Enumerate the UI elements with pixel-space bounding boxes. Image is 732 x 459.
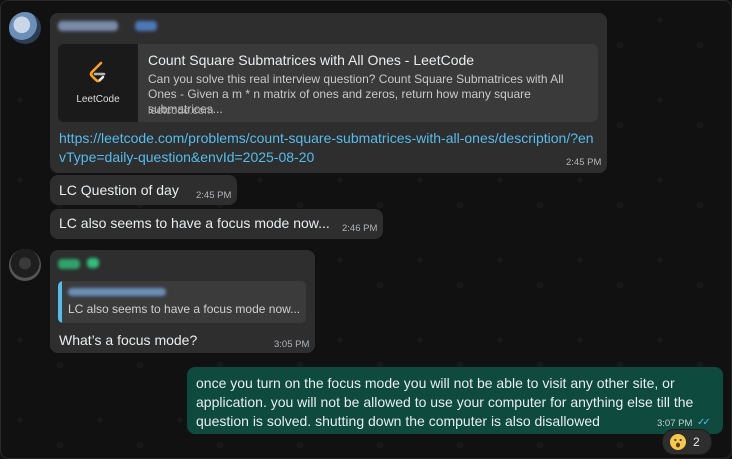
- message-timestamp: 3:05 PM: [274, 339, 310, 350]
- link-preview-description: Can you solve this real interview questi…: [148, 72, 564, 116]
- sender-name-redacted: [135, 21, 157, 31]
- quoted-sender-redacted: [68, 288, 166, 296]
- sender-avatar[interactable]: [9, 12, 41, 44]
- leetcode-logo-icon: [89, 61, 106, 83]
- sender-name-redacted: [58, 259, 80, 269]
- quoted-message[interactable]: LC also seems to have a focus mode now..…: [58, 281, 306, 323]
- message-text: once you turn on the focus mode you will…: [196, 375, 694, 429]
- surprised-face-icon: [670, 434, 686, 450]
- message-timestamp: 3:07 PM: [657, 418, 693, 429]
- quote-accent-bar: [58, 281, 62, 323]
- read-receipt-icon: ✓✓: [697, 417, 711, 428]
- message-text: LC Question of day: [59, 182, 179, 198]
- quoted-text: LC also seems to have a focus mode now..…: [68, 302, 301, 316]
- link-preview-title: Count Square Submatrices with All Ones -…: [148, 52, 475, 68]
- message-text: What’s a focus mode?: [59, 332, 198, 348]
- message-text: LC also seems to have a focus mode now..…: [59, 215, 330, 231]
- message-timestamp: 2:45 PM: [566, 157, 602, 168]
- link-preview-domain: leetcode.com: [148, 105, 214, 117]
- reaction-badge[interactable]: 2: [662, 429, 712, 455]
- sender-name-redacted: [87, 258, 99, 268]
- sender-avatar[interactable]: [9, 249, 41, 281]
- link-preview-thumbnail: LeetCode: [58, 44, 138, 122]
- message-timestamp: 2:45 PM: [196, 190, 232, 201]
- message-timestamp: 2:46 PM: [342, 223, 378, 234]
- sender-name-redacted: [58, 21, 118, 31]
- link-preview-thumb-label: LeetCode: [76, 94, 120, 105]
- reaction-count: 2: [693, 435, 700, 449]
- link-preview-card[interactable]: LeetCode Count Square Submatrices with A…: [58, 44, 598, 122]
- message-link-url[interactable]: https://leetcode.com/problems/count-squa…: [59, 129, 599, 167]
